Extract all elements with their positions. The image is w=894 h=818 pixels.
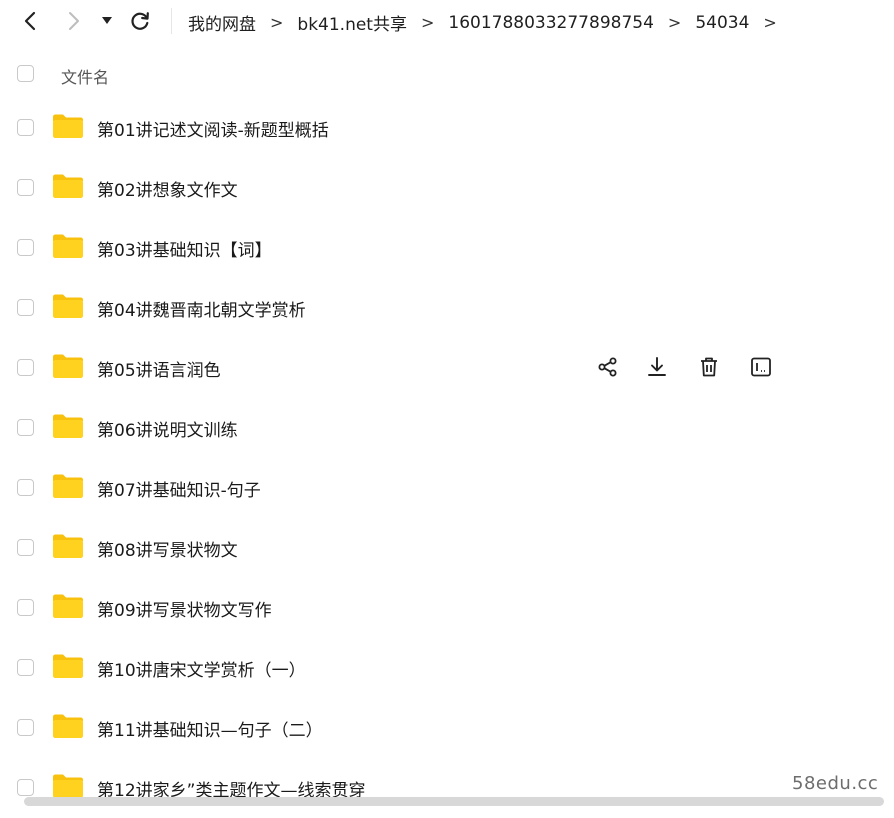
row-checkbox[interactable] xyxy=(17,719,34,736)
rename-button[interactable] xyxy=(748,354,774,380)
folder-icon xyxy=(53,234,83,258)
list-item[interactable]: 第10讲唐宋文学赏析（一） xyxy=(0,638,894,698)
row-checkbox[interactable] xyxy=(17,479,34,496)
list-item[interactable]: 第09讲写景状物文写作 xyxy=(0,578,894,638)
file-name[interactable]: 第08讲写景状物文 xyxy=(97,536,238,561)
folder-icon xyxy=(53,414,83,438)
folder-icon xyxy=(53,474,83,498)
caret-down-icon xyxy=(102,17,112,24)
breadcrumb-separator: > xyxy=(270,13,284,32)
share-icon xyxy=(598,357,617,377)
file-name[interactable]: 第09讲写景状物文写作 xyxy=(97,596,272,621)
rename-icon xyxy=(751,357,771,377)
row-checkbox[interactable] xyxy=(17,239,34,256)
list-header: 文件名 xyxy=(0,58,894,90)
list-item[interactable]: 第12讲家乡”类主题作文—线索贯穿 xyxy=(0,758,894,818)
delete-button[interactable] xyxy=(696,354,722,380)
file-name[interactable]: 第07讲基础知识-句子 xyxy=(97,476,261,501)
file-name[interactable]: 第05讲语言润色 xyxy=(97,356,221,381)
select-all-checkbox[interactable] xyxy=(17,65,34,82)
folder-icon xyxy=(53,174,83,198)
list-item[interactable]: 第02讲想象文作文 xyxy=(0,158,894,218)
breadcrumb-separator: > xyxy=(420,13,435,32)
row-checkbox[interactable] xyxy=(17,539,34,556)
file-name[interactable]: 第02讲想象文作文 xyxy=(97,176,238,201)
row-checkbox[interactable] xyxy=(17,299,34,316)
folder-icon xyxy=(53,354,83,378)
row-checkbox[interactable] xyxy=(17,419,34,436)
folder-icon xyxy=(53,654,83,678)
row-checkbox[interactable] xyxy=(17,599,34,616)
file-name[interactable]: 第03讲基础知识【词】 xyxy=(97,236,272,261)
file-name[interactable]: 第06讲说明文训练 xyxy=(97,416,238,441)
breadcrumb-item[interactable]: 54034 xyxy=(695,13,749,33)
forward-button[interactable] xyxy=(60,8,88,34)
delete-icon xyxy=(701,357,717,377)
toolbar-divider xyxy=(171,8,172,34)
chevron-left-icon xyxy=(24,11,36,31)
row-checkbox[interactable] xyxy=(17,659,34,676)
folder-icon xyxy=(53,294,83,318)
folder-icon xyxy=(53,594,83,618)
list-item[interactable]: 第05讲语言润色 xyxy=(0,338,894,398)
history-dropdown-button[interactable] xyxy=(96,8,118,34)
breadcrumb-item[interactable]: bk41.net共享 xyxy=(297,10,407,35)
back-button[interactable] xyxy=(16,8,44,34)
folder-icon xyxy=(53,534,83,558)
horizontal-scrollbar[interactable] xyxy=(24,797,884,806)
row-checkbox[interactable] xyxy=(17,779,34,796)
list-item[interactable]: 第11讲基础知识—句子（二） xyxy=(0,698,894,758)
breadcrumb-separator: > xyxy=(667,13,682,32)
breadcrumb: 我的网盘 > bk41.net共享 > 1601788033277898754 … xyxy=(188,10,777,36)
breadcrumb-item[interactable]: 我的网盘 xyxy=(188,10,256,35)
list-item[interactable]: 第01讲记述文阅读-新题型概括 xyxy=(0,98,894,158)
list-item[interactable]: 第03讲基础知识【词】 xyxy=(0,218,894,278)
toolbar: 我的网盘 > bk41.net共享 > 1601788033277898754 … xyxy=(0,0,894,42)
download-button[interactable] xyxy=(644,354,670,380)
watermark-text: 58edu.cc xyxy=(790,773,881,794)
folder-icon xyxy=(53,714,83,738)
refresh-icon xyxy=(131,12,149,30)
file-name[interactable]: 第01讲记述文阅读-新题型概括 xyxy=(97,116,329,141)
download-icon xyxy=(648,357,666,376)
breadcrumb-separator: > xyxy=(763,13,777,32)
folder-icon xyxy=(53,774,83,798)
folder-icon xyxy=(53,114,83,138)
list-item[interactable]: 第06讲说明文训练 xyxy=(0,398,894,458)
row-checkbox[interactable] xyxy=(17,119,34,136)
share-button[interactable] xyxy=(594,354,620,380)
file-name[interactable]: 第10讲唐宋文学赏析（一） xyxy=(97,656,306,681)
row-checkbox[interactable] xyxy=(17,359,34,376)
refresh-button[interactable] xyxy=(126,8,154,34)
breadcrumb-item[interactable]: 1601788033277898754 xyxy=(448,13,654,33)
file-name[interactable]: 第11讲基础知识—句子（二） xyxy=(97,716,323,741)
file-name[interactable]: 第04讲魏晋南北朝文学赏析 xyxy=(97,296,306,321)
list-item[interactable]: 第07讲基础知识-句子 xyxy=(0,458,894,518)
list-item[interactable]: 第04讲魏晋南北朝文学赏析 xyxy=(0,278,894,338)
list-item[interactable]: 第08讲写景状物文 xyxy=(0,518,894,578)
column-header-filename[interactable]: 文件名 xyxy=(61,64,109,88)
chevron-right-icon xyxy=(69,12,79,30)
row-checkbox[interactable] xyxy=(17,179,34,196)
